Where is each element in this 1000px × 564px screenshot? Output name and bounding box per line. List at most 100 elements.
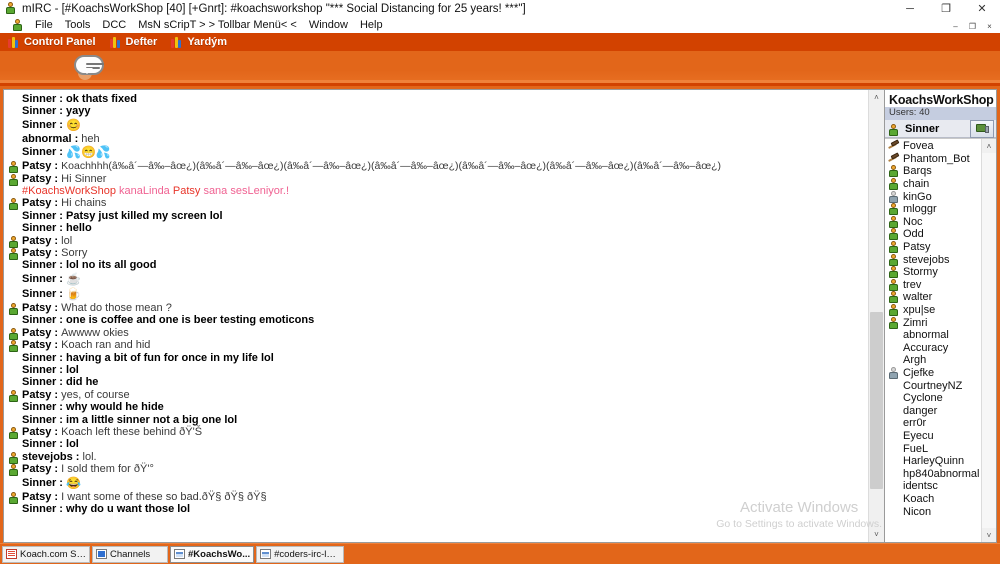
toolbar-button-yardim[interactable]: Yardým [171,36,227,48]
chat-nick: Sinner : [22,376,66,388]
chat-text: lol [66,364,79,376]
user-list-item[interactable]: chain [885,178,981,191]
mdi-close-button[interactable]: × [981,19,998,33]
user-list-item[interactable]: Odd [885,228,981,241]
user-name: abnormal [903,329,949,341]
user-list-item[interactable]: Nicon [885,505,981,518]
chat-scroll-track[interactable] [869,105,884,527]
maximize-button[interactable]: ❐ [928,0,964,17]
user-scroll-down-arrow[interactable]: ˅ [982,528,996,542]
person-icon [888,279,900,291]
person-icon [8,427,20,439]
menu-item-msn-script[interactable]: MsN sCripT > > Tollbar Menü< < [132,17,303,33]
chat-line: Sinner : 😂 [8,476,868,491]
chat-text: I want some of these so bad.ðŸ§ ðŸ§ ðŸ§ [61,491,266,503]
chat-line: Patsy : Hi chains [8,197,868,209]
chat-line: Sinner : Patsy just killed my screen lol [8,210,868,222]
taskbar-button[interactable]: #coders-irc-lou... [256,546,344,563]
user-list-item[interactable]: Fovea [885,140,981,153]
user-list-item[interactable]: FueL [885,442,981,455]
user-list-item[interactable]: Koach [885,493,981,506]
user-list-item[interactable]: Phantom_Bot [885,153,981,166]
scroll-down-arrow[interactable]: ˅ [869,527,884,542]
chat-nick: Sinner : [22,118,66,133]
user-list-item[interactable]: Barqs [885,165,981,178]
user-list-item[interactable]: abnormal [885,329,981,342]
toolbar-label-defter: Defter [126,36,158,48]
chat-nick: Patsy : [22,197,61,209]
user-list-item[interactable]: Accuracy [885,342,981,355]
console-button[interactable] [970,120,994,138]
person-icon [8,452,20,464]
menu-item-dcc[interactable]: DCC [96,17,132,33]
own-nick-label: Sinner [905,123,939,135]
user-list-item[interactable]: Patsy [885,241,981,254]
minimize-button[interactable]: ─ [892,0,928,17]
user-list-item[interactable]: walter [885,291,981,304]
user-list-item[interactable]: err0r [885,417,981,430]
user-name: Barqs [903,165,932,177]
person-icon [888,124,900,136]
user-name: danger [903,405,937,417]
user-list-item[interactable]: danger [885,404,981,417]
scroll-up-arrow[interactable]: ˄ [869,90,884,105]
toolbar-button-defter[interactable]: Defter [110,36,158,48]
chat-nick: Patsy : [22,463,61,475]
user-list-item[interactable]: kinGo [885,190,981,203]
user-list-item[interactable]: trev [885,279,981,292]
taskbar-button[interactable]: Channels [92,546,168,563]
user-name: Patsy [903,241,931,253]
chat-text: 😂 [66,476,81,491]
user-list-item[interactable]: Argh [885,354,981,367]
toolbar-label-yardim: Yardým [187,36,227,48]
speech-bubble-icon[interactable] [70,55,108,80]
menu-item-file[interactable]: File [29,17,59,33]
chat-scroll-thumb[interactable] [870,312,883,489]
user-list-item[interactable]: Cyclone [885,392,981,405]
taskbar-button[interactable]: Koach.com Sin... [2,546,90,563]
toolbar-button-control-panel[interactable]: Control Panel [8,36,96,48]
monitor-icon [976,124,989,134]
person-icon [8,492,20,504]
menu-item-window[interactable]: Window [303,17,354,33]
person-icon [888,266,900,278]
user-name: Phantom_Bot [903,153,970,165]
user-list-item[interactable]: Zimri [885,316,981,329]
user-list-item[interactable]: mloggr [885,203,981,216]
user-list-item[interactable]: CourtneyNZ [885,379,981,392]
menu-bar: File Tools DCC MsN sCripT > > Tollbar Me… [0,17,1000,33]
user-list-item[interactable]: hp840abnormal [885,467,981,480]
user-list-item[interactable]: identsc [885,480,981,493]
user-list-scrollbar[interactable]: ˄ ˅ [981,139,996,542]
menu-item-help[interactable]: Help [354,17,389,33]
menu-item-tools[interactable]: Tools [59,17,97,33]
chat-line: Patsy : Koachhhh(â‰â´—â‰–âœ¿)(â‰â´—â‰–âœ… [8,160,868,172]
chat-text: did he [66,376,98,388]
user-list-item[interactable]: Eyecu [885,430,981,443]
user-list: FoveaPhantom_BotBarqschainkinGomloggrNoc… [885,138,996,542]
user-scroll-up-arrow[interactable]: ˄ [982,139,996,153]
user-list-item[interactable]: stevejobs [885,253,981,266]
user-name: Noc [903,216,923,228]
chat-text: 💦😁💦 [66,145,111,160]
chat-nick: Sinner : [22,145,66,160]
user-list-item[interactable]: Stormy [885,266,981,279]
user-list-item[interactable]: Cjefke [885,367,981,380]
user-scroll-track[interactable] [982,153,996,528]
chat-nick: Patsy : [22,491,61,503]
window-title: mIRC - [#KoachsWorkShop [40] [+Gnrt]: #k… [22,3,526,15]
close-button[interactable]: ✕ [964,0,1000,17]
user-list-item[interactable]: xpu|se [885,304,981,317]
chat-text: lol no its all good [66,259,156,271]
mdi-minimize-button[interactable]: – [947,19,964,33]
taskbar-button[interactable]: #KoachsWo... [170,546,254,563]
user-list-item[interactable]: Noc [885,216,981,229]
user-name: mloggr [903,203,937,215]
mdi-restore-button[interactable]: ❐ [964,19,981,33]
chat-line: Patsy : Sorry [8,247,868,259]
chat-scrollbar[interactable]: ˄ ˅ [868,90,884,542]
chat-nick: Sinner : [22,105,66,117]
own-nick-row[interactable]: Sinner [885,120,996,138]
chat-line: Patsy : I want some of these so bad.ðŸ§ … [8,491,868,503]
user-list-item[interactable]: HarleyQuinn [885,455,981,468]
